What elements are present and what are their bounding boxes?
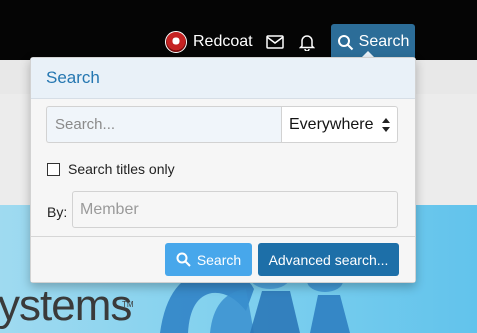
advanced-search-button[interactable]: Advanced search... [258,243,399,276]
bell-icon[interactable] [296,31,318,53]
search-submit-button[interactable]: Search [165,243,252,276]
banner-trademark: TM [122,300,134,309]
user-avatar [165,31,187,53]
search-keywords-input[interactable]: Search... [46,106,281,143]
search-icon [337,34,353,50]
search-icon [176,252,191,267]
titles-only-label: Search titles only [68,161,175,177]
search-scope-select[interactable]: Everywhere [281,106,398,143]
search-menu-title: Search [31,58,415,99]
search-scope-value: Everywhere [289,115,374,133]
username: Redcoat [193,33,253,50]
top-navigation-bar: Redcoat Search [0,0,477,60]
titles-only-checkbox[interactable] [47,162,60,176]
banner-text: ystems [0,281,132,330]
by-label: By: [47,204,68,220]
member-input[interactable]: Member [72,191,398,228]
search-submit-label: Search [196,251,242,268]
search-query-row: Search... Everywhere [46,106,398,143]
search-dropdown-menu: Search Search... Everywhere Search title… [30,57,416,283]
user-account-link[interactable]: Redcoat [165,31,253,53]
search-tab-label: Search [358,33,410,50]
advanced-search-label: Advanced search... [268,251,389,268]
inbox-icon[interactable] [264,31,286,53]
titles-only-option[interactable]: Search titles only [47,161,175,177]
select-caret-icon [382,118,390,132]
search-menu-footer: Search Advanced search... [31,237,415,282]
